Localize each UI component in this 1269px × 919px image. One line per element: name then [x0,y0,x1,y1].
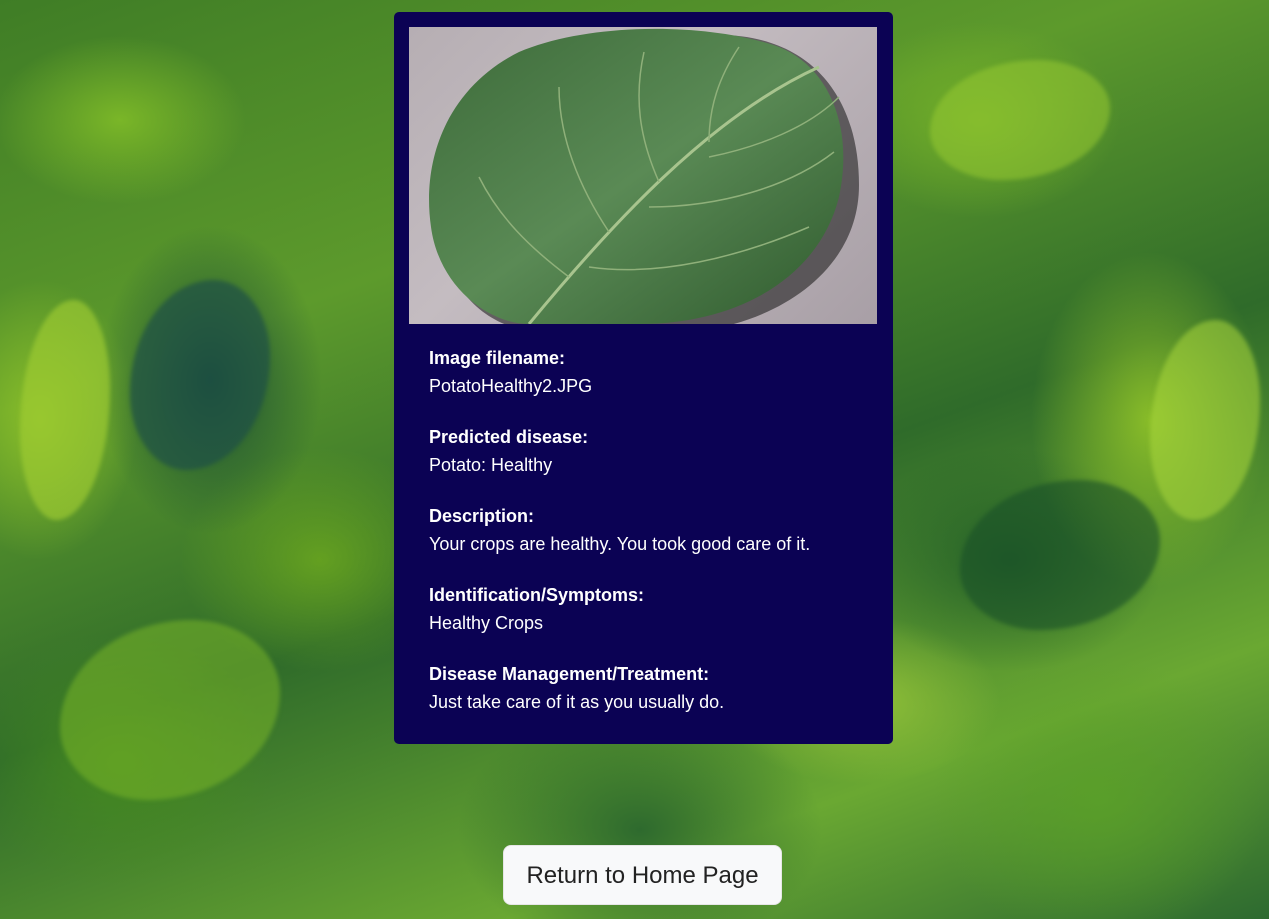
predicted-disease-field: Predicted disease: Potato: Healthy [429,425,869,481]
filename-label: Image filename: [429,348,566,368]
return-home-button[interactable]: Return to Home Page [503,845,782,905]
filename-value: PotatoHealthy2.JPG [429,376,593,396]
predicted-disease-value: Potato: Healthy [429,455,553,475]
background-leaf [130,280,270,470]
description-value: Your crops are healthy. You took good ca… [429,534,811,554]
treatment-value: Just take care of it as you usually do. [429,692,725,712]
description-field: Description: Your crops are healthy. You… [429,504,869,560]
background-leaf [60,620,280,800]
symptoms-label: Identification/Symptoms: [429,585,645,605]
prediction-result-card: Image filename: PotatoHealthy2.JPG Predi… [394,12,893,744]
background-leaf [20,300,110,520]
predicted-disease-label: Predicted disease: [429,427,589,447]
treatment-field: Disease Management/Treatment: Just take … [429,662,869,718]
filename-field: Image filename: PotatoHealthy2.JPG [429,346,869,402]
background-leaf [960,480,1160,630]
symptoms-value: Healthy Crops [429,613,544,633]
uploaded-leaf-image [409,27,877,324]
leaf-illustration [429,28,859,324]
treatment-label: Disease Management/Treatment: [429,664,710,684]
description-label: Description: [429,506,535,526]
symptoms-field: Identification/Symptoms: Healthy Crops [429,583,869,639]
background-leaf [1150,320,1260,520]
prediction-details: Image filename: PotatoHealthy2.JPG Predi… [429,346,869,741]
background-leaf [930,60,1110,180]
